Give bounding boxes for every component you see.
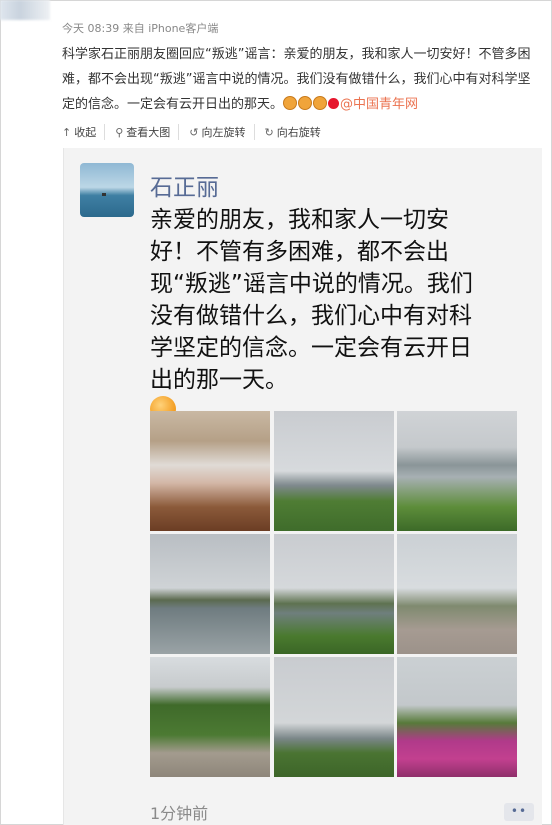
- photo-path[interactable]: [150, 657, 270, 777]
- post-text-line-last: 定的信念。一定会有云开日出的那天。 @中国青年网: [62, 92, 552, 117]
- moments-text-line: 亲爱的朋友，我和家人一切安: [150, 207, 449, 233]
- moments-text-line: 学坚定的信念。一定会有云开日: [150, 335, 472, 361]
- fist-emoji-icon: [298, 96, 313, 110]
- photo-lake[interactable]: [397, 411, 517, 531]
- source-link-label: @中国青年网: [340, 97, 419, 112]
- moments-timestamp: 1分钟前: [150, 804, 209, 823]
- moments-text-line: 好！不管有多困难，都不会出: [150, 239, 449, 265]
- post-text-line: 定的信念。一定会有云开日出的那天。: [62, 97, 284, 112]
- rotate-left-button[interactable]: ↺ 向左旋转: [189, 124, 255, 140]
- arrow-up-icon: ↑: [62, 125, 72, 139]
- post-text-line: 难，都不会出现“叛逃”谣言中说的情况。我们没有做错什么，我们心中有对科学坚: [62, 72, 531, 87]
- rotate-left-label: 向左旋转: [201, 126, 246, 139]
- moments-avatar: [80, 163, 134, 217]
- photo-lake[interactable]: [274, 657, 394, 777]
- view-large-label: 查看大图: [126, 126, 171, 139]
- more-options-button[interactable]: ••: [504, 803, 534, 821]
- view-large-button[interactable]: ⚲ 查看大图: [115, 124, 180, 140]
- moments-text-line: 没有做错什么，我们心中有对科: [150, 303, 472, 329]
- moments-text-line: 出的那一天。: [150, 367, 288, 393]
- fist-emoji-icon: [313, 96, 328, 110]
- photo-room-table[interactable]: [150, 411, 270, 531]
- photo-lake[interactable]: [274, 534, 394, 654]
- fist-emoji-icon: [283, 96, 298, 110]
- rotate-right-label: 向右旋转: [276, 126, 321, 139]
- rotate-right-icon: ↻: [264, 125, 274, 139]
- moments-author-name: 石正丽: [150, 175, 219, 201]
- source-link[interactable]: @中国青年网: [328, 97, 418, 112]
- rotate-right-button[interactable]: ↻ 向右旋转: [265, 124, 329, 140]
- post-meta: 今天 08:39 来自 iPhone客户端: [62, 22, 219, 35]
- image-toolbar: ↑ 收起 ⚲ 查看大图 ↺ 向左旋转 ↻ 向右旋转: [62, 124, 329, 140]
- photo-flowers[interactable]: [397, 657, 517, 777]
- post-text: 科学家石正丽朋友圈回应“叛逃”谣言：亲爱的朋友，我和家人一切安好！不管多困 难，…: [62, 42, 552, 117]
- post-text-line: 科学家石正丽朋友圈回应“叛逃”谣言：亲爱的朋友，我和家人一切安好！不管多困: [62, 47, 531, 62]
- collapse-label: 收起: [74, 126, 97, 139]
- weibo-logo-icon: [328, 98, 340, 109]
- magnifier-icon: ⚲: [115, 125, 124, 139]
- photo-park-structure[interactable]: [397, 534, 517, 654]
- photo-lake[interactable]: [150, 534, 270, 654]
- photo-lake[interactable]: [274, 411, 394, 531]
- rotate-left-icon: ↺: [189, 125, 199, 139]
- moments-text-line: 现“叛逃”谣言中说的情况。我们: [150, 271, 473, 297]
- collapse-button[interactable]: ↑ 收起: [62, 124, 106, 140]
- poster-avatar[interactable]: [0, 0, 50, 20]
